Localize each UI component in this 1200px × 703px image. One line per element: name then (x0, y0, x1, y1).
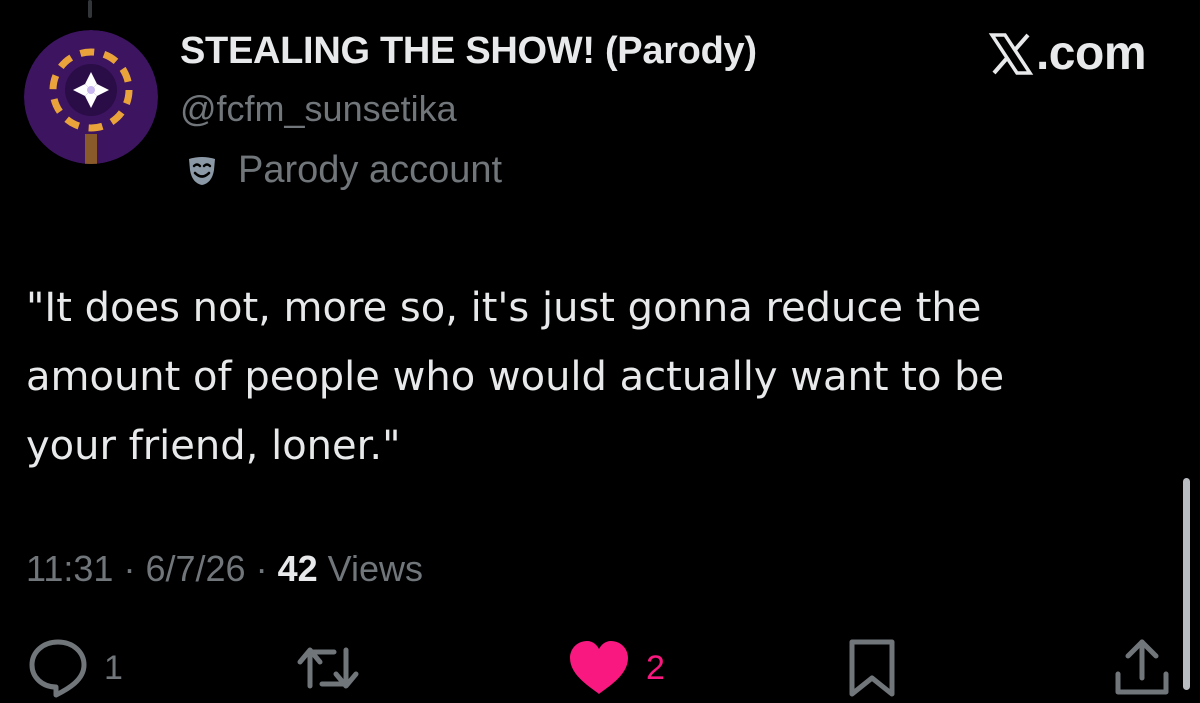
parody-label: Parody account (238, 148, 503, 191)
reply-count: 1 (104, 648, 123, 687)
tweet-time[interactable]: 11:31 (26, 548, 113, 589)
meta-separator: · (255, 548, 268, 589)
x-logo-icon (988, 31, 1034, 77)
share-icon (1115, 639, 1169, 695)
like-button[interactable]: 2 (566, 636, 665, 700)
reply-icon (29, 639, 87, 698)
meta-separator: · (123, 548, 136, 589)
bookmark-icon (849, 639, 895, 697)
repost-icon (297, 647, 359, 689)
like-count: 2 (646, 648, 665, 687)
share-button[interactable] (1110, 636, 1174, 700)
action-bar: 1 2 (0, 636, 1200, 703)
theater-mask-icon (184, 152, 220, 188)
brand-domain-text: .com (1035, 27, 1147, 80)
repost-button[interactable] (296, 636, 360, 700)
reply-button[interactable]: 1 (26, 636, 123, 700)
display-name[interactable]: STEALING THE SHOW! (Parody) (180, 30, 757, 73)
thread-connector-line (88, 0, 92, 18)
views-label: Views (327, 548, 424, 589)
tweet-date[interactable]: 6/7/26 (145, 548, 245, 589)
avatar-image (24, 30, 158, 164)
bookmark-button[interactable] (842, 636, 902, 700)
brand-watermark: .com (988, 26, 1147, 81)
tweet-text: "It does not, more so, it's just gonna r… (26, 285, 1005, 469)
heart-icon (570, 641, 628, 694)
parody-account-label: Parody account (184, 146, 502, 194)
avatar[interactable] (24, 30, 158, 164)
tweet-meta: 11:31 · 6/7/26 · 42 Views (26, 548, 423, 590)
user-handle[interactable]: @fcfm_sunsetika (180, 88, 457, 130)
views-count[interactable]: 42 (278, 548, 318, 589)
